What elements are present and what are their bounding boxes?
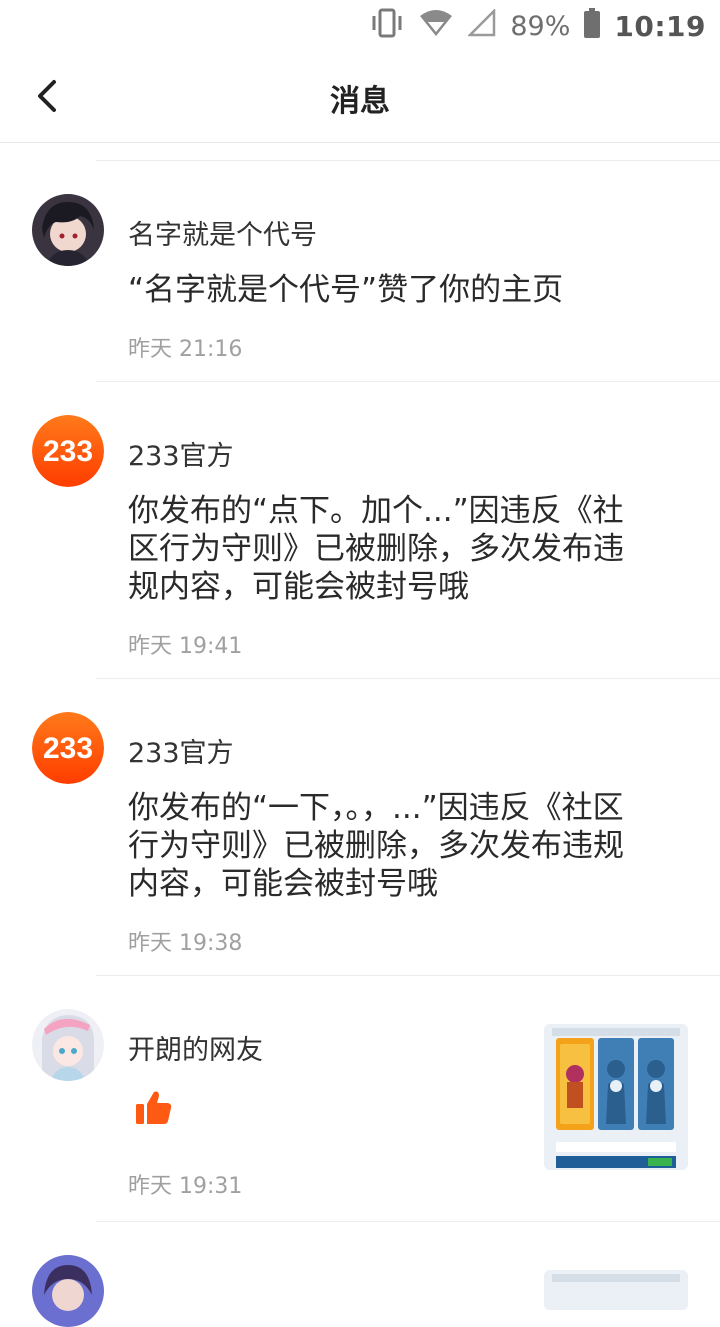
sender-name: 名字就是个代号 <box>128 220 317 251</box>
post-thumbnail[interactable] <box>544 1024 688 1170</box>
sender-name: 开朗的网友 <box>128 1035 263 1066</box>
wifi-icon <box>418 8 454 45</box>
app-bar: 消息 <box>0 50 720 143</box>
message-time: 昨天 19:31 <box>128 1174 243 1199</box>
status-time: 10:19 <box>614 9 706 43</box>
message-time: 昨天 21:16 <box>128 337 243 362</box>
signal-icon <box>467 7 496 44</box>
official-avatar[interactable]: 233 <box>32 415 104 487</box>
message-text: 你发布的“一下，。，...”因违反《社区行为守则》已被删除，多次发布违规内容，可… <box>128 790 624 902</box>
user-avatar[interactable] <box>32 1255 104 1327</box>
sender-name: 233官方 <box>128 738 234 769</box>
logo-233-text: 233 <box>43 435 93 468</box>
post-thumbnail[interactable] <box>544 1270 688 1310</box>
sender-name: 233官方 <box>128 441 234 472</box>
user-avatar[interactable] <box>32 194 104 266</box>
message-item[interactable]: 开朗的网友 昨天 19:31 <box>0 976 720 1221</box>
message-item[interactable]: 233 233官方 你发布的“点下。加个...”因违反《社区行为守则》已被删除，… <box>0 382 720 678</box>
message-text: “名字就是个代号”赞了你的主页 <box>128 272 564 308</box>
message-item[interactable] <box>0 1222 720 1327</box>
message-time: 昨天 19:38 <box>128 931 243 956</box>
logo-233-text: 233 <box>43 732 93 765</box>
battery-percent: 89% <box>510 10 571 42</box>
user-avatar[interactable] <box>32 1009 104 1081</box>
thumbs-up-icon <box>134 1088 174 1128</box>
page-title: 消息 <box>330 84 390 119</box>
message-time: 昨天 19:41 <box>128 634 243 659</box>
battery-icon <box>584 7 601 45</box>
vibrate-icon <box>370 8 404 45</box>
message-text: 你发布的“点下。加个...”因违反《社区行为守则》已被删除，多次发布违规内容，可… <box>128 493 624 605</box>
status-bar: 89% 10:19 <box>0 0 720 50</box>
message-item[interactable]: 233 233官方 你发布的“一下，。，...”因违反《社区行为守则》已被删除，… <box>0 679 720 975</box>
official-avatar[interactable]: 233 <box>32 712 104 784</box>
message-item[interactable]: 名字就是个代号 “名字就是个代号”赞了你的主页 昨天 21:16 <box>0 161 720 381</box>
